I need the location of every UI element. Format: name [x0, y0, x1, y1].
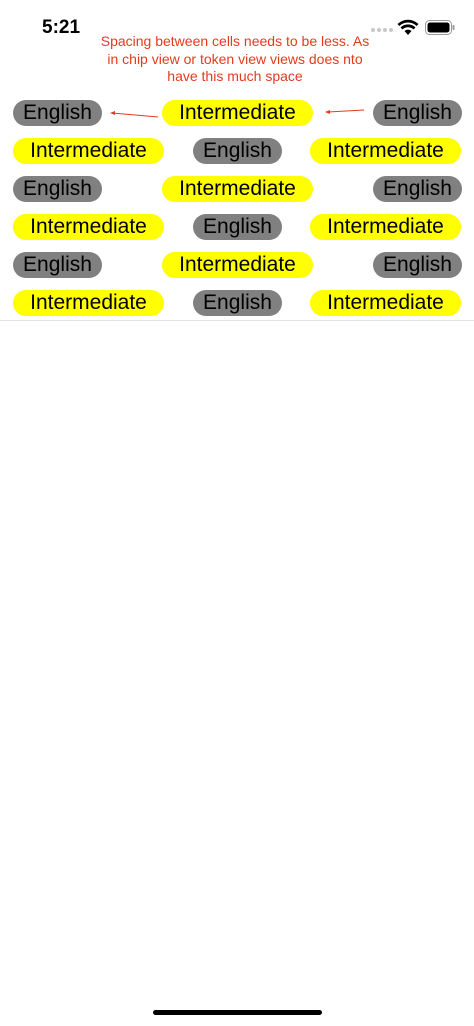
chip-english[interactable]: English	[13, 176, 102, 202]
chip-intermediate[interactable]: Intermediate	[310, 214, 461, 240]
chip-english[interactable]: English	[373, 252, 462, 278]
chip-english[interactable]: English	[193, 290, 282, 316]
chip-row: Intermediate English Intermediate	[0, 135, 474, 173]
chip-english[interactable]: English	[13, 252, 102, 278]
chip-english[interactable]: English	[13, 100, 102, 126]
chip-intermediate[interactable]: Intermediate	[13, 138, 164, 164]
status-time: 5:21	[42, 17, 81, 38]
cellular-signal-icon	[371, 28, 393, 32]
battery-icon	[425, 20, 455, 35]
chip-intermediate[interactable]: Intermediate	[13, 290, 164, 316]
chip-row: English Intermediate English	[0, 249, 474, 287]
chip-row: Intermediate English Intermediate	[0, 211, 474, 249]
chip-intermediate[interactable]: Intermediate	[13, 214, 164, 240]
chip-row: English Intermediate English	[0, 173, 474, 211]
chip-row: English Intermediate English	[0, 97, 474, 135]
annotation-note: Spacing between cells needs to be less. …	[100, 33, 370, 84]
chip-intermediate[interactable]: Intermediate	[162, 100, 313, 126]
chip-english[interactable]: English	[373, 176, 462, 202]
chip-grid: English Intermediate English Intermediat…	[0, 97, 474, 325]
chip-intermediate[interactable]: Intermediate	[310, 290, 461, 316]
chip-intermediate[interactable]: Intermediate	[162, 252, 313, 278]
chip-english[interactable]: English	[193, 214, 282, 240]
chip-intermediate[interactable]: Intermediate	[162, 176, 313, 202]
chip-english[interactable]: English	[373, 100, 462, 126]
wifi-icon	[397, 19, 419, 35]
home-indicator[interactable]	[153, 1010, 322, 1015]
chip-english[interactable]: English	[193, 138, 282, 164]
collection-bottom-divider	[0, 320, 474, 321]
chip-intermediate[interactable]: Intermediate	[310, 138, 461, 164]
